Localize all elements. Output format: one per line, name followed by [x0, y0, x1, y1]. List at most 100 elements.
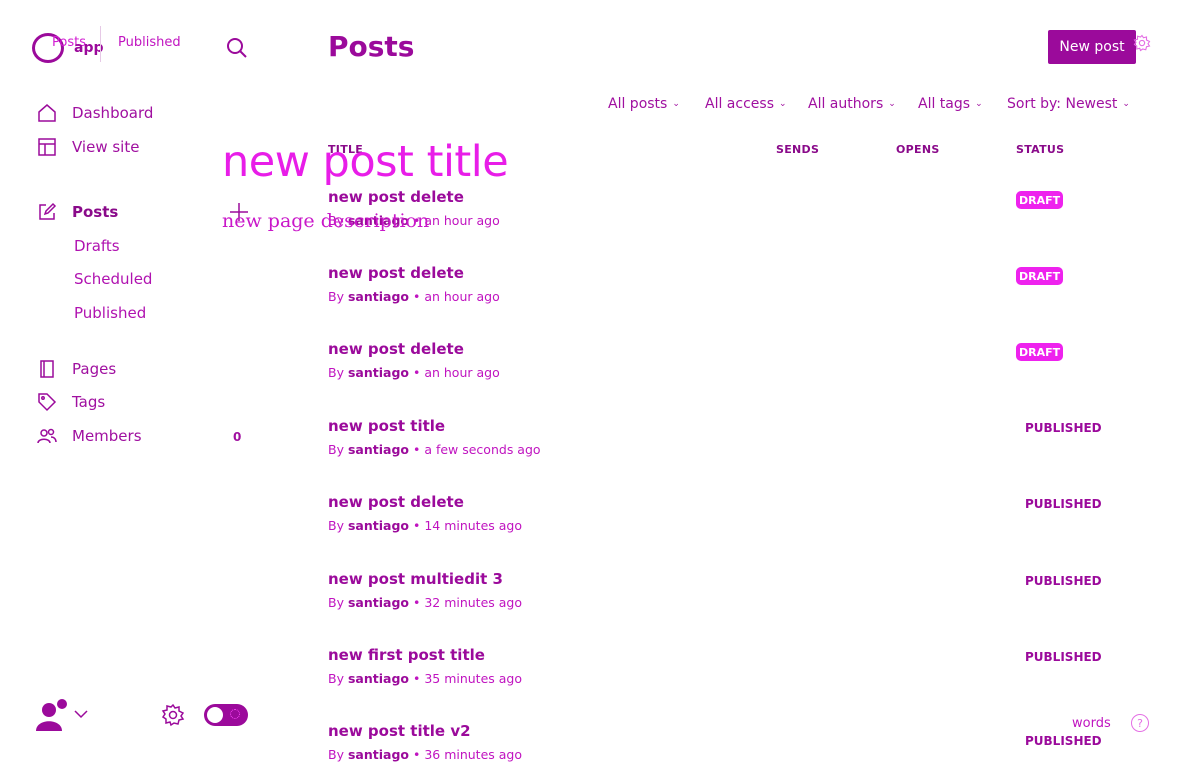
post-title[interactable]: new post title: [328, 417, 445, 435]
filter-all-posts[interactable]: All posts ⌄: [608, 96, 680, 112]
sidebar-item-label: Tags: [72, 393, 106, 411]
table-row[interactable]: new post delete By santiago • an hour ag…: [328, 188, 1128, 248]
search-icon[interactable]: [225, 36, 249, 60]
post-title[interactable]: new post delete: [328, 188, 464, 206]
post-meta: By santiago • an hour ago: [328, 365, 500, 380]
new-post-button[interactable]: New post: [1048, 30, 1136, 64]
post-time: an hour ago: [424, 213, 500, 228]
home-icon: [36, 102, 58, 124]
sidebar-item-pages[interactable]: Pages: [36, 356, 116, 382]
page-icon: [36, 358, 58, 380]
table-row[interactable]: new post multiedit 3 By santiago • 32 mi…: [328, 570, 1128, 630]
overlay-page-description: new page description: [222, 210, 430, 232]
status-label: PUBLISHED: [1025, 497, 1102, 511]
status-label: PUBLISHED: [1025, 421, 1102, 435]
sidebar-item-view-site[interactable]: View site: [36, 134, 139, 160]
post-meta: By santiago • 35 minutes ago: [328, 671, 523, 686]
toggle-knob: [207, 707, 223, 723]
post-meta: By santiago • an hour ago: [328, 289, 500, 304]
table-row[interactable]: new post delete By santiago • an hour ag…: [328, 264, 1128, 324]
post-title[interactable]: new post delete: [328, 340, 464, 358]
table-row[interactable]: new post title By santiago • a few secon…: [328, 417, 1128, 477]
sidebar-subitem-scheduled[interactable]: Scheduled: [74, 270, 152, 288]
user-avatar-icon[interactable]: [36, 698, 70, 732]
chevron-down-icon: ⌄: [1122, 99, 1130, 109]
post-meta: By santiago • 36 minutes ago: [328, 747, 523, 762]
filter-sort[interactable]: Sort by: Newest ⌄: [1007, 96, 1130, 112]
post-author: santiago: [347, 518, 409, 533]
overlay-post-title: new post title: [222, 137, 509, 187]
column-header-status[interactable]: STATUS: [1016, 143, 1064, 156]
sidebar-item-label: Members: [72, 427, 142, 445]
post-time: 35 minutes ago: [424, 671, 523, 686]
post-time: a few seconds ago: [424, 442, 541, 457]
status-badge: DRAFT: [1016, 343, 1064, 361]
post-title[interactable]: new first post title: [328, 646, 485, 664]
post-author: santiago: [347, 747, 409, 762]
post-meta: By santiago • 14 minutes ago: [328, 518, 523, 533]
post-author: santiago: [347, 442, 409, 457]
post-meta: By santiago • a few seconds ago: [328, 442, 541, 457]
post-title[interactable]: new post delete: [328, 264, 464, 282]
sidebar-item-members[interactable]: Members: [36, 423, 142, 449]
filter-all-authors[interactable]: All authors ⌄: [808, 96, 896, 112]
filter-all-tags[interactable]: All tags ⌄: [918, 96, 983, 112]
post-author: santiago: [347, 365, 409, 380]
post-time: 32 minutes ago: [424, 595, 523, 610]
sidebar-subitem-published[interactable]: Published: [74, 304, 146, 322]
gear-icon[interactable]: [161, 703, 185, 727]
status-label: PUBLISHED: [1025, 650, 1102, 664]
sidebar-subitem-drafts[interactable]: Drafts: [74, 237, 120, 255]
filter-label: Sort by: Newest: [1007, 96, 1118, 112]
post-time: an hour ago: [424, 289, 500, 304]
table-row[interactable]: new post delete By santiago • 14 minutes…: [328, 493, 1128, 553]
post-title[interactable]: new post delete: [328, 493, 464, 511]
filter-all-access[interactable]: All access ⌄: [705, 96, 787, 112]
sidebar-item-dashboard[interactable]: Dashboard: [36, 100, 153, 126]
table-row[interactable]: new post delete By santiago • an hour ag…: [328, 340, 1128, 400]
filter-label: All tags: [918, 96, 971, 112]
post-author: santiago: [347, 595, 409, 610]
pencil-edit-icon: [36, 201, 58, 223]
post-title[interactable]: new post title v2: [328, 722, 471, 740]
members-count: 0: [233, 430, 242, 444]
members-icon: [36, 425, 58, 447]
post-title[interactable]: new post multiedit 3: [328, 570, 503, 588]
post-time: an hour ago: [424, 365, 500, 380]
sidebar-item-label: Dashboard: [72, 104, 154, 122]
chevron-down-icon: ⌄: [778, 99, 787, 109]
breadcrumb-divider: [100, 26, 101, 62]
filter-label: All authors: [808, 96, 884, 112]
table-row[interactable]: new post title v2 By santiago • 36 minut…: [328, 722, 1128, 767]
status-badge: DRAFT: [1016, 191, 1064, 209]
sidebar-item-label: View site: [72, 138, 140, 156]
column-header-opens[interactable]: OPENS: [896, 143, 940, 156]
post-author: santiago: [347, 671, 409, 686]
filter-label: All access: [705, 96, 774, 112]
sidebar-item-label: Posts: [72, 203, 119, 221]
filter-label: All posts: [608, 96, 668, 112]
layout-icon: [36, 136, 58, 158]
status-label: PUBLISHED: [1025, 734, 1102, 748]
chevron-down-icon: ⌄: [888, 99, 896, 109]
sidebar-item-label: Pages: [72, 360, 117, 378]
post-author: santiago: [347, 289, 409, 304]
dark-mode-toggle[interactable]: [204, 704, 248, 726]
help-icon[interactable]: ?: [1131, 714, 1149, 732]
post-time: 36 minutes ago: [424, 747, 523, 762]
status-badge: DRAFT: [1016, 267, 1064, 285]
sidebar-item-tags[interactable]: Tags: [36, 389, 105, 415]
column-header-sends[interactable]: SENDS: [776, 143, 819, 156]
status-label: PUBLISHED: [1025, 574, 1102, 588]
chevron-down-icon[interactable]: [73, 706, 89, 722]
table-row[interactable]: new first post title By santiago • 35 mi…: [328, 646, 1128, 706]
moon-icon: [230, 709, 240, 719]
page-title: Posts: [328, 30, 415, 63]
chevron-down-icon: ⌄: [975, 99, 983, 109]
post-time: 14 minutes ago: [424, 518, 523, 533]
breadcrumb-published[interactable]: Published: [118, 35, 181, 50]
settings-gear-icon[interactable]: [1133, 34, 1151, 52]
chevron-down-icon: ⌄: [672, 99, 680, 109]
post-meta: By santiago • 32 minutes ago: [328, 595, 523, 610]
sidebar-item-posts[interactable]: Posts: [36, 199, 118, 225]
